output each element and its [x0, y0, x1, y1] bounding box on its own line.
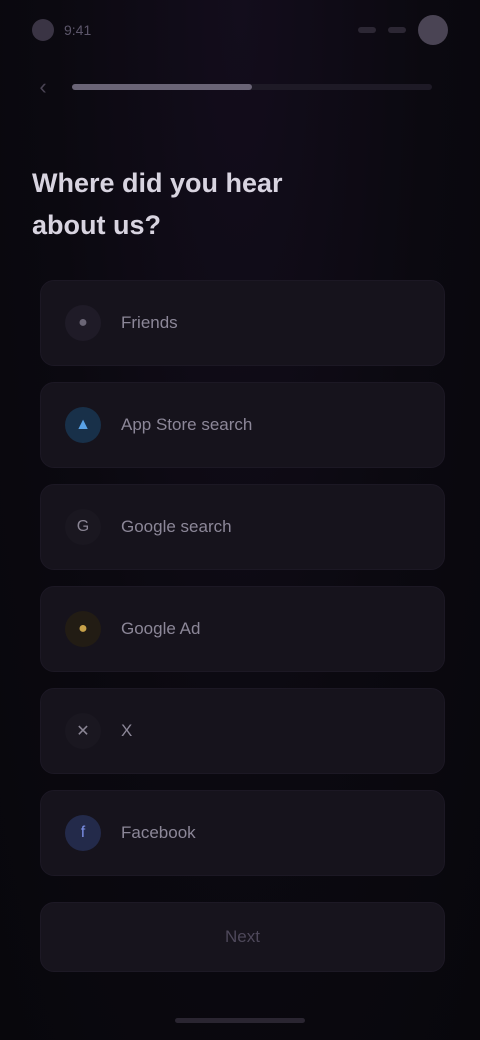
- users-icon: ●: [65, 305, 101, 341]
- status-left: 9:41: [32, 19, 91, 41]
- status-time: 9:41: [64, 22, 92, 38]
- option-card-5[interactable]: f Facebook: [40, 790, 445, 876]
- battery-icon: [418, 15, 448, 45]
- app-store-icon: ▲: [65, 407, 101, 443]
- next-button[interactable]: Next: [40, 902, 445, 972]
- facebook-icon: f: [65, 815, 101, 851]
- progress-bar: [72, 76, 432, 98]
- home-indicator: [175, 1018, 305, 1023]
- page-title: Where did you hear about us?: [32, 168, 283, 240]
- option-card-3[interactable]: ● Google Ad: [40, 586, 445, 672]
- chevron-left-icon: ‹: [39, 74, 47, 99]
- progress-fill: [72, 84, 252, 90]
- back-button[interactable]: ‹: [30, 74, 56, 100]
- option-label: Friends: [121, 313, 178, 332]
- progress-track: [72, 84, 432, 90]
- status-right: [358, 15, 448, 45]
- option-label: App Store search: [121, 415, 253, 434]
- x-icon: ✕: [65, 713, 101, 749]
- status-bar: 9:41: [0, 0, 480, 60]
- screen: 9:41 ‹ Where did you hear about us? ● Fri…: [0, 0, 480, 1040]
- option-card-2[interactable]: G Google search: [40, 484, 445, 570]
- option-label: Facebook: [121, 823, 196, 842]
- option-card-0[interactable]: ● Friends: [40, 280, 445, 366]
- camera-dot-icon: [32, 19, 54, 41]
- option-label: Google Ad: [121, 619, 201, 638]
- option-card-1[interactable]: ▲ App Store search: [40, 382, 445, 468]
- wifi-icon: [388, 27, 406, 33]
- google-icon: G: [65, 509, 101, 545]
- option-card-4[interactable]: ✕ X: [40, 688, 445, 774]
- signal-icon: [358, 27, 376, 33]
- option-label: X: [121, 721, 133, 740]
- ad-icon: ●: [65, 611, 101, 647]
- options-list: ● Friends ▲ App Store search G Google search ●…: [40, 280, 445, 892]
- option-label: Google search: [121, 517, 232, 536]
